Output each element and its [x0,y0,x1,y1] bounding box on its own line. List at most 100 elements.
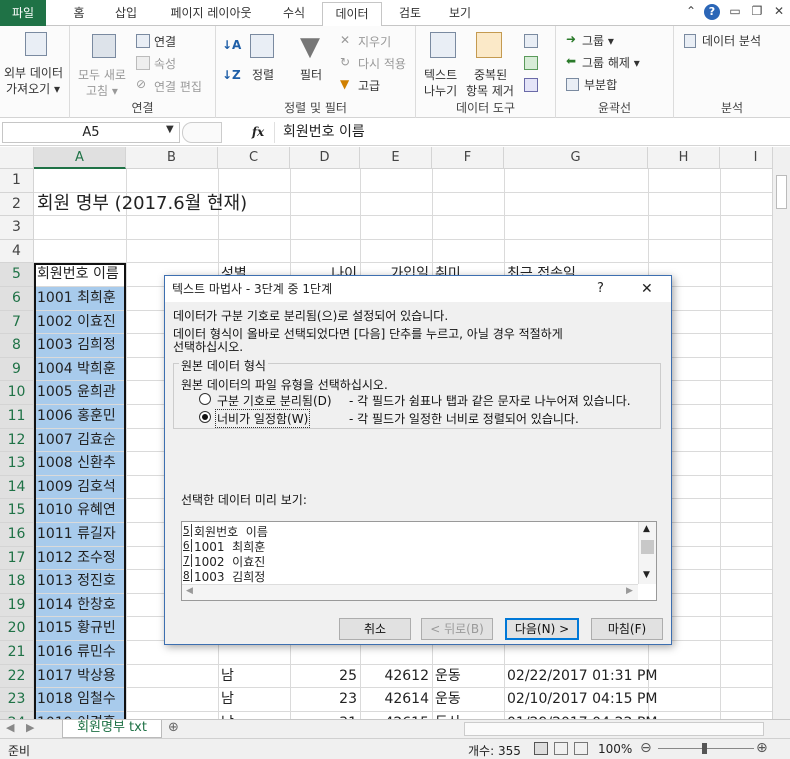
row-header[interactable]: 7 [0,310,34,335]
cell-a20[interactable]: 1015 황규빈 [34,617,126,640]
cell-e22[interactable]: 42612 [360,665,432,688]
vertical-scroll-thumb[interactable] [776,175,787,209]
page-layout-view-icon[interactable] [554,742,568,755]
row-header[interactable]: 24 [0,711,34,719]
cell-a17[interactable]: 1012 조수정 [34,546,126,570]
sort-za-icon[interactable]: ↓Z [222,68,241,82]
cell-d23[interactable]: 23 [290,688,360,711]
radio-fixed-width-label[interactable]: 너비가 일정함(W) [215,409,311,428]
sort-az-icon[interactable]: ↓A [222,38,241,52]
row-header[interactable]: 17 [0,546,34,571]
finish-button[interactable]: 마침(F) [591,618,663,640]
ribbon-collapse-icon[interactable]: ⌃ [682,4,700,18]
zoom-out-icon[interactable]: ⊖ [640,740,652,756]
cell-a15[interactable]: 1010 유혜연 [34,499,126,522]
cell-a13[interactable]: 1008 신환추 [34,452,126,475]
row-header[interactable]: 15 [0,499,34,523]
clear-button[interactable]: 지우기 [358,33,391,50]
cell-f24[interactable]: 등산 [432,712,461,719]
group-button[interactable]: 그룹 ▾ [582,32,614,49]
radio-delimited[interactable] [199,393,211,405]
data-validation-icon[interactable] [524,34,538,48]
cell-e24[interactable]: 42615 [360,712,432,719]
column-header-h[interactable]: H [648,147,720,169]
row-header[interactable]: 18 [0,570,34,594]
tab-review[interactable]: 검토 [390,2,430,26]
cell-a3[interactable] [34,216,37,239]
new-sheet-icon[interactable]: ⊕ [168,720,179,735]
row-header[interactable]: 14 [0,475,34,500]
row-header[interactable]: 23 [0,688,34,712]
cell-a5[interactable]: 회원번호 이름 [34,263,119,286]
close-icon[interactable]: ✕ [770,4,788,18]
sheet-tab-active[interactable]: 회원명부 txt [62,720,162,738]
row-header[interactable]: 22 [0,664,34,689]
remove-duplicates-button[interactable]: 중복된 [474,66,507,83]
row-header[interactable]: 16 [0,523,34,547]
dialog-close-icon[interactable]: ✕ [641,281,653,297]
page-break-view-icon[interactable] [574,742,588,755]
row-header[interactable]: 12 [0,428,34,453]
remove-duplicates-button-label2[interactable]: 항목 제거 [466,82,514,99]
cell-a23[interactable]: 1018 임철수 [34,688,126,711]
cell-a2[interactable]: 회원 명부 (2017.6월 현재) [34,189,247,214]
text-to-columns-button-label2[interactable]: 나누기 [424,82,457,99]
row-header[interactable]: 2 [0,192,34,217]
tab-formulas[interactable]: 수식 [274,2,314,26]
dialog-help-icon[interactable]: ? [597,281,604,296]
cell-f23[interactable]: 운동 [432,688,461,711]
cell-a19[interactable]: 1014 한창호 [34,593,126,617]
back-button[interactable]: < 뒤로(B) [421,618,493,640]
cell-f22[interactable]: 운동 [432,665,461,688]
cell-a18[interactable]: 1013 정진호 [34,570,126,593]
row-header[interactable]: 6 [0,287,34,311]
column-header-b[interactable]: B [126,147,218,169]
column-header-d[interactable]: D [290,147,360,169]
row-header[interactable]: 20 [0,617,34,641]
row-header[interactable]: 10 [0,381,34,405]
connections-button[interactable]: 연결 [154,33,176,50]
column-header-g[interactable]: G [504,147,648,169]
preview-scroll-thumb[interactable] [641,540,654,554]
restore-icon[interactable]: ❐ [748,4,766,18]
cell-a10[interactable]: 1005 윤희관 [34,381,126,404]
row-header[interactable]: 8 [0,334,34,358]
row-header[interactable]: 4 [0,239,34,264]
cell-a7[interactable]: 1002 이효진 [34,310,126,334]
external-data-button[interactable]: 외부 데이터 [4,64,63,81]
cell-a11[interactable]: 1006 홍훈민 [34,405,126,428]
advanced-button[interactable]: 고급 [358,77,380,94]
radio-fixed-width[interactable] [199,411,211,423]
zoom-slider-thumb[interactable] [702,743,707,754]
cell-c24[interactable]: 남 [218,712,234,719]
sort-button[interactable]: 정렬 [252,66,274,83]
name-box[interactable]: A5 [2,122,180,143]
cell-a24[interactable]: 1019 이경훈 [34,711,126,719]
preview-scroll-up-icon[interactable]: ▲ [643,524,650,534]
tab-data[interactable]: 데이터 [322,2,382,27]
reapply-button[interactable]: 다시 적용 [358,55,406,72]
preview-scroll-down-icon[interactable]: ▼ [643,570,650,580]
column-header-c[interactable]: C [218,147,290,169]
help-icon[interactable]: ? [704,4,720,20]
preview-scroll-right-icon[interactable]: ▶ [626,586,633,596]
cell-a9[interactable]: 1004 박희훈 [34,357,126,381]
cancel-button[interactable]: 취소 [339,618,411,640]
what-if-icon[interactable] [524,78,538,92]
cell-a21[interactable]: 1016 류민수 [34,641,126,664]
horizontal-scrollbar[interactable] [464,722,764,736]
cell-g23[interactable]: 02/10/2017 04:15 PM [504,688,657,711]
zoom-level[interactable]: 100% [598,742,632,756]
cell-d22[interactable]: 25 [290,665,360,688]
tab-home[interactable]: 홈 [62,2,96,26]
row-header[interactable]: 19 [0,593,34,618]
cell-a12[interactable]: 1007 김효순 [34,428,126,452]
column-header-e[interactable]: E [360,147,432,169]
tab-view[interactable]: 보기 [440,2,480,26]
data-analysis-button[interactable]: 데이터 분석 [702,32,761,49]
column-header-f[interactable]: F [432,147,504,169]
refresh-all-button[interactable]: 모두 새로 [78,66,126,83]
tab-page-layout[interactable]: 페이지 레이아웃 [156,2,266,26]
cell-g24[interactable]: 01/29/2017 04:22 PM [504,712,657,719]
cell-d24[interactable]: 31 [290,712,360,719]
